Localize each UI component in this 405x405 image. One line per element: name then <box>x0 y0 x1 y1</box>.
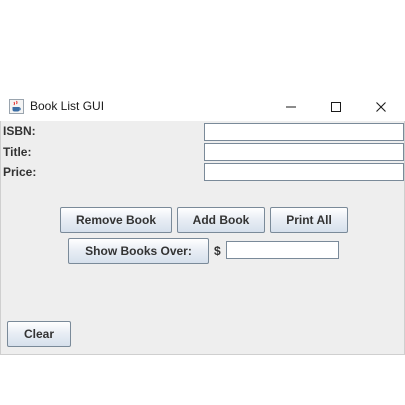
threshold-input[interactable] <box>227 245 338 261</box>
close-button[interactable] <box>358 93 404 121</box>
currency-symbol: $ <box>214 244 221 258</box>
price-input[interactable] <box>205 167 403 183</box>
book-list-window: Book List GUI ISBN: Title: Price: Remove… <box>0 93 405 355</box>
isbn-field[interactable] <box>204 123 404 143</box>
title-bar[interactable]: Book List GUI <box>0 93 405 121</box>
price-label: Price: <box>3 165 37 179</box>
title-label: Title: <box>3 145 32 159</box>
remove-book-button[interactable]: Remove Book <box>60 207 172 233</box>
isbn-label: ISBN: <box>3 124 36 138</box>
java-coffee-cup-icon <box>9 99 24 114</box>
window-title: Book List GUI <box>30 99 105 113</box>
title-input[interactable] <box>205 147 403 163</box>
price-field[interactable] <box>204 163 404 183</box>
isbn-input[interactable] <box>205 127 403 143</box>
show-books-over-button[interactable]: Show Books Over: <box>68 238 209 264</box>
content-panel: ISBN: Title: Price: Remove Book Add Book… <box>0 121 405 355</box>
print-all-button[interactable]: Print All <box>270 207 348 233</box>
clear-button[interactable]: Clear <box>7 321 71 347</box>
maximize-icon <box>331 102 341 112</box>
add-book-button[interactable]: Add Book <box>177 207 265 233</box>
threshold-field[interactable] <box>226 241 339 261</box>
minimize-icon <box>286 106 296 108</box>
minimize-button[interactable] <box>268 93 314 121</box>
title-field[interactable] <box>204 143 404 163</box>
maximize-button[interactable] <box>313 93 359 121</box>
close-icon <box>376 102 386 112</box>
